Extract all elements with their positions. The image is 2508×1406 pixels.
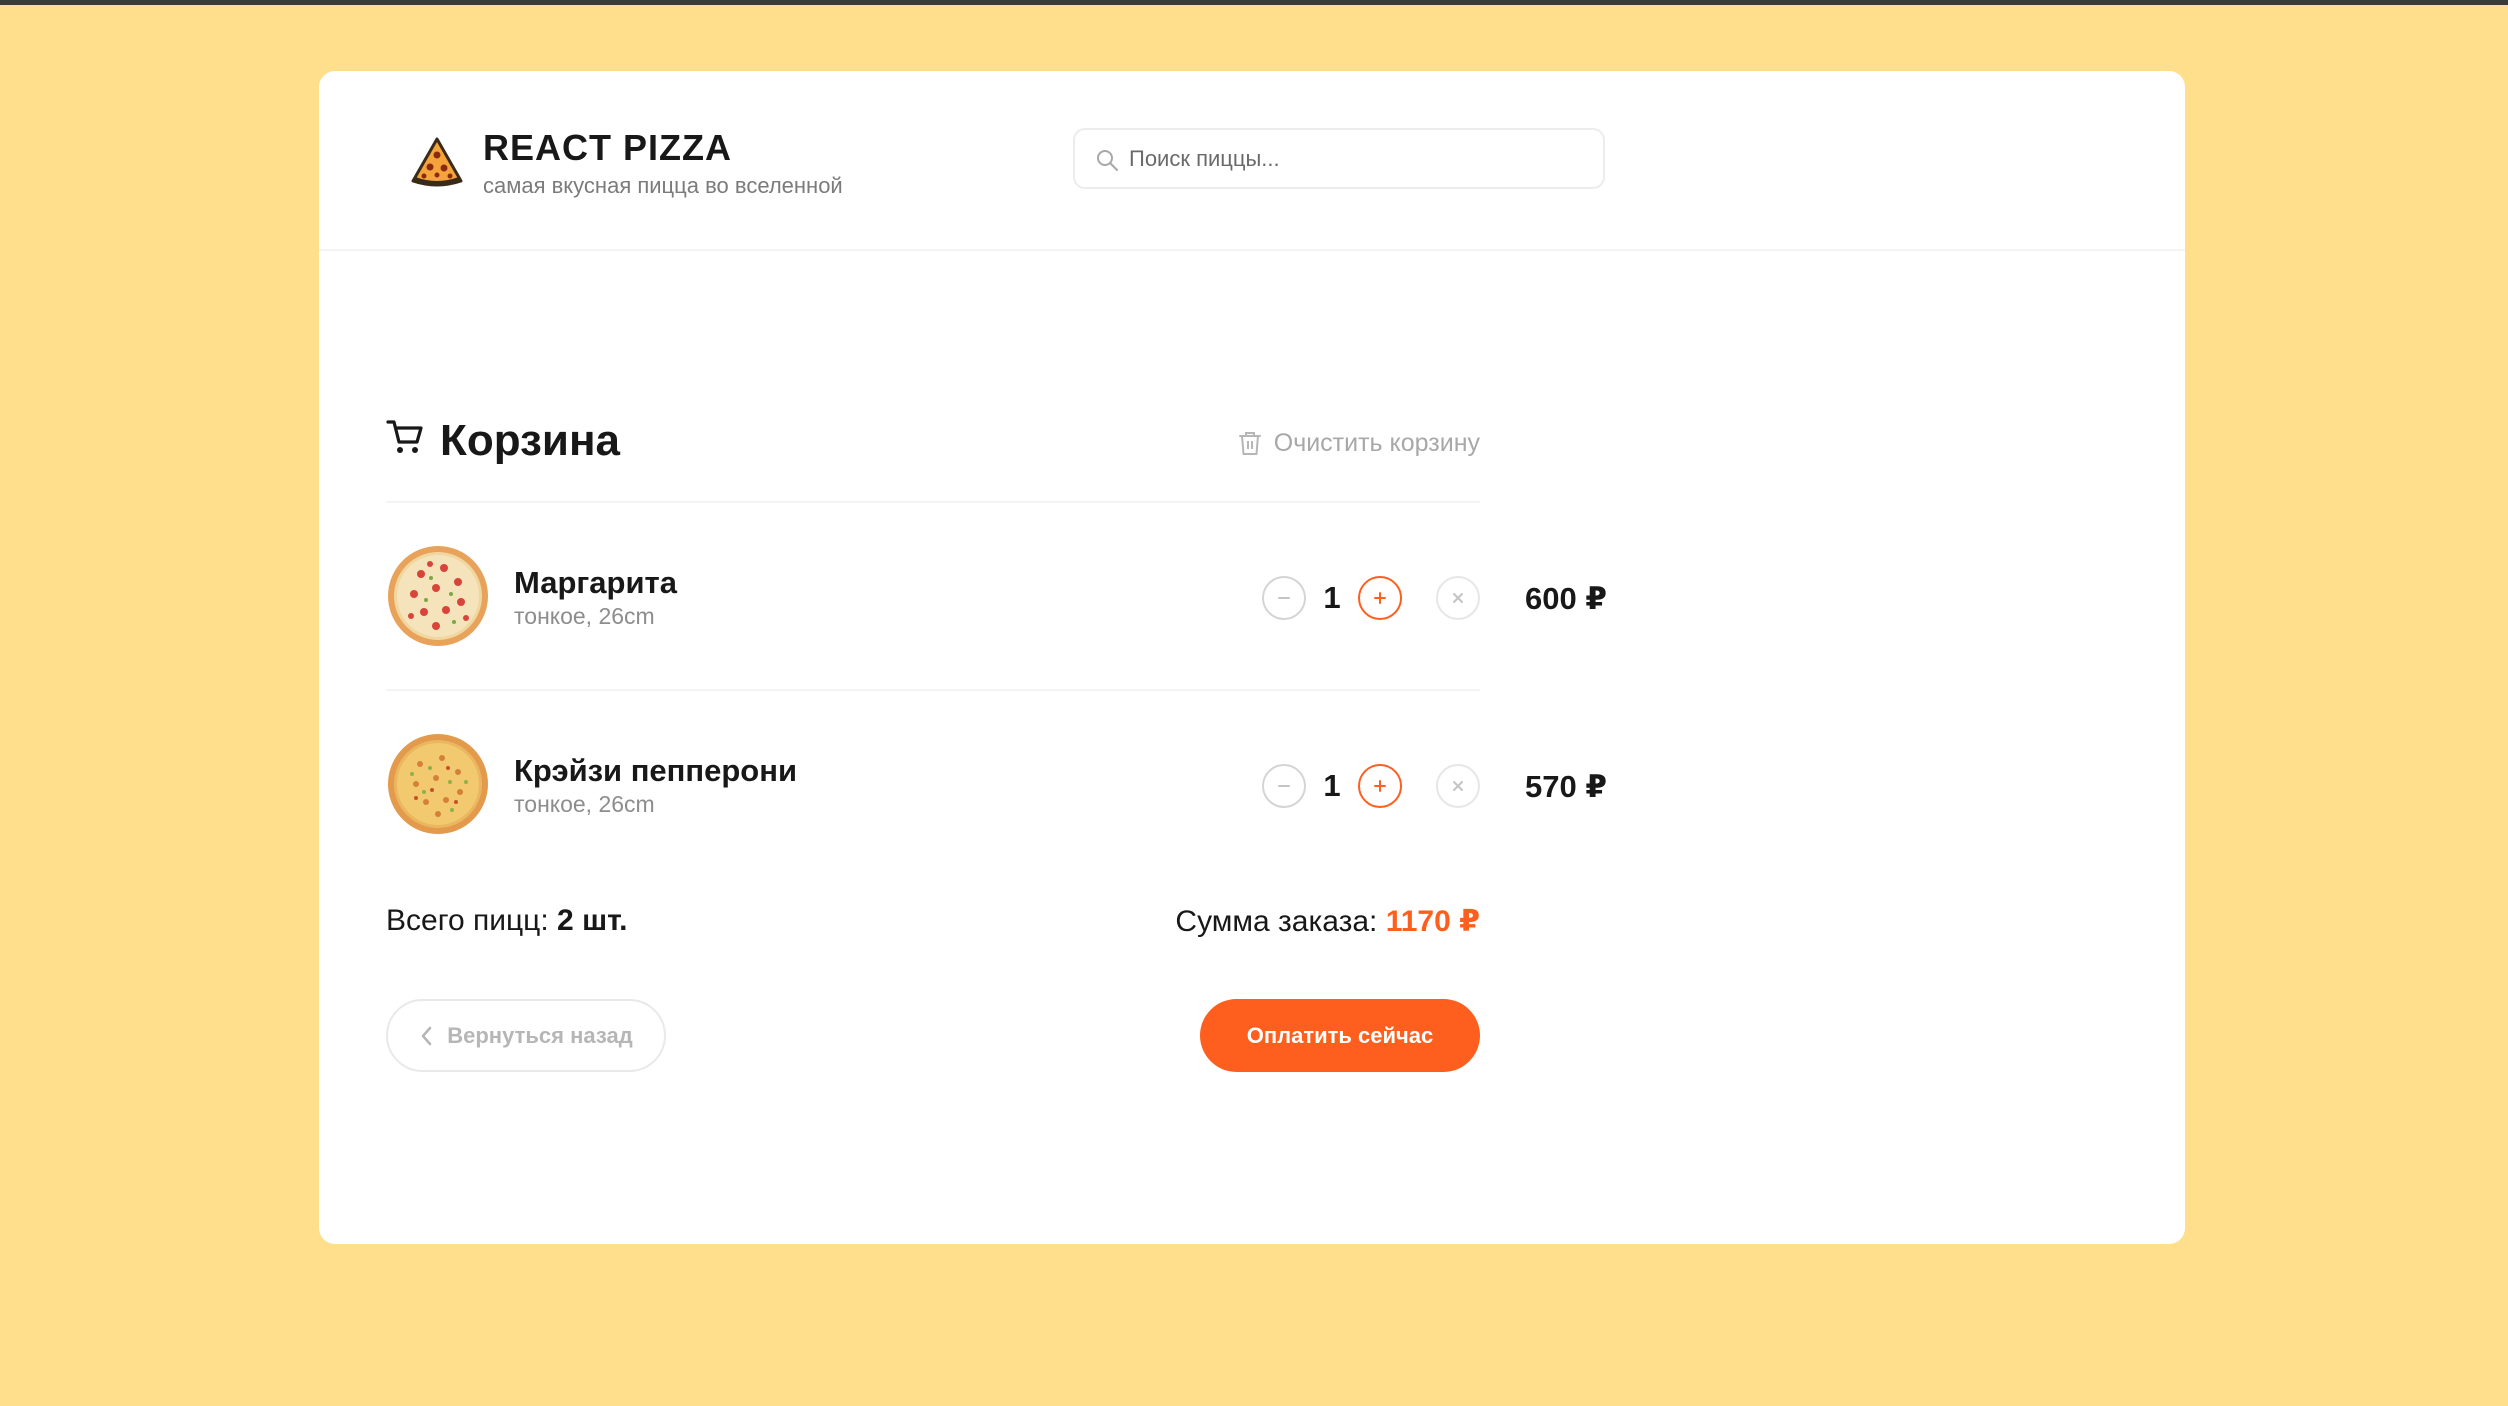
- total-count-value: 2 шт.: [557, 904, 628, 937]
- pay-now-button[interactable]: Оплатить сейчас: [1200, 999, 1480, 1072]
- trash-icon: [1238, 432, 1261, 455]
- pizza-pepperoni-image: [388, 734, 488, 834]
- item-price: 570 ₽: [1525, 769, 1607, 804]
- close-icon: [1453, 593, 1463, 603]
- chevron-left-icon: [422, 1026, 432, 1045]
- remove-item-button[interactable]: [1436, 576, 1480, 620]
- app-title[interactable]: REACT PIZZA: [483, 127, 732, 169]
- item-quantity: 1: [1323, 580, 1341, 615]
- total-count-label: Всего пицц:: [386, 904, 549, 937]
- pay-now-label: Оплатить сейчас: [1246, 1022, 1434, 1048]
- cart-icon: [386, 420, 423, 453]
- item-name: Крэйзи пепперони: [514, 753, 798, 788]
- plus-icon: [1374, 592, 1386, 604]
- increase-quantity-button[interactable]: [1358, 764, 1402, 808]
- close-icon: [1453, 781, 1463, 791]
- search-icon: [1097, 150, 1118, 171]
- pizza-margarita-image: [388, 546, 488, 646]
- cart-item: Маргарита тонкое, 26cm 1 600 ₽: [386, 503, 1607, 691]
- clear-cart-label: Очистить корзину: [1273, 428, 1480, 457]
- header: REACT PIZZA самая вкусная пицца во вселе…: [319, 71, 2185, 251]
- total-count: Всего пицц: 2 шт.: [386, 904, 627, 938]
- total-sum-value: 1170 ₽: [1385, 905, 1480, 938]
- cart-title: Корзина: [440, 416, 620, 465]
- clear-cart-button[interactable]: Очистить корзину: [1238, 426, 1480, 460]
- item-name: Маргарита: [514, 565, 677, 600]
- window-top-border: [0, 0, 2508, 5]
- total-sum-label: Сумма заказа:: [1175, 905, 1378, 938]
- cart-header: Корзина Очистить корзину: [386, 346, 1480, 503]
- plus-icon: [1374, 780, 1386, 792]
- increase-quantity-button[interactable]: [1358, 576, 1402, 620]
- pizza-slice-icon: [411, 137, 463, 187]
- decrease-quantity-button[interactable]: [1262, 764, 1306, 808]
- back-button-label: Вернуться назад: [447, 1022, 633, 1048]
- item-description: тонкое, 26cm: [514, 603, 655, 629]
- item-price: 600 ₽: [1525, 581, 1607, 616]
- remove-item-button[interactable]: [1436, 764, 1480, 808]
- total-sum: Сумма заказа: 1170 ₽: [1175, 904, 1480, 939]
- item-quantity: 1: [1323, 768, 1341, 803]
- decrease-quantity-button[interactable]: [1262, 576, 1306, 620]
- item-description: тонкое, 26cm: [514, 791, 655, 817]
- search-box[interactable]: [1073, 128, 1605, 189]
- back-button[interactable]: Вернуться назад: [386, 999, 666, 1072]
- minus-icon: [1278, 597, 1290, 599]
- minus-icon: [1278, 785, 1290, 787]
- cart-summary: Всего пицц: 2 шт. Сумма заказа: 1170 ₽: [386, 904, 1480, 954]
- search-input[interactable]: [1129, 130, 1589, 187]
- app-subtitle: самая вкусная пицца во вселенной: [483, 173, 843, 198]
- cart-item: Крэйзи пепперони тонкое, 26cm 1 570 ₽: [386, 691, 1607, 879]
